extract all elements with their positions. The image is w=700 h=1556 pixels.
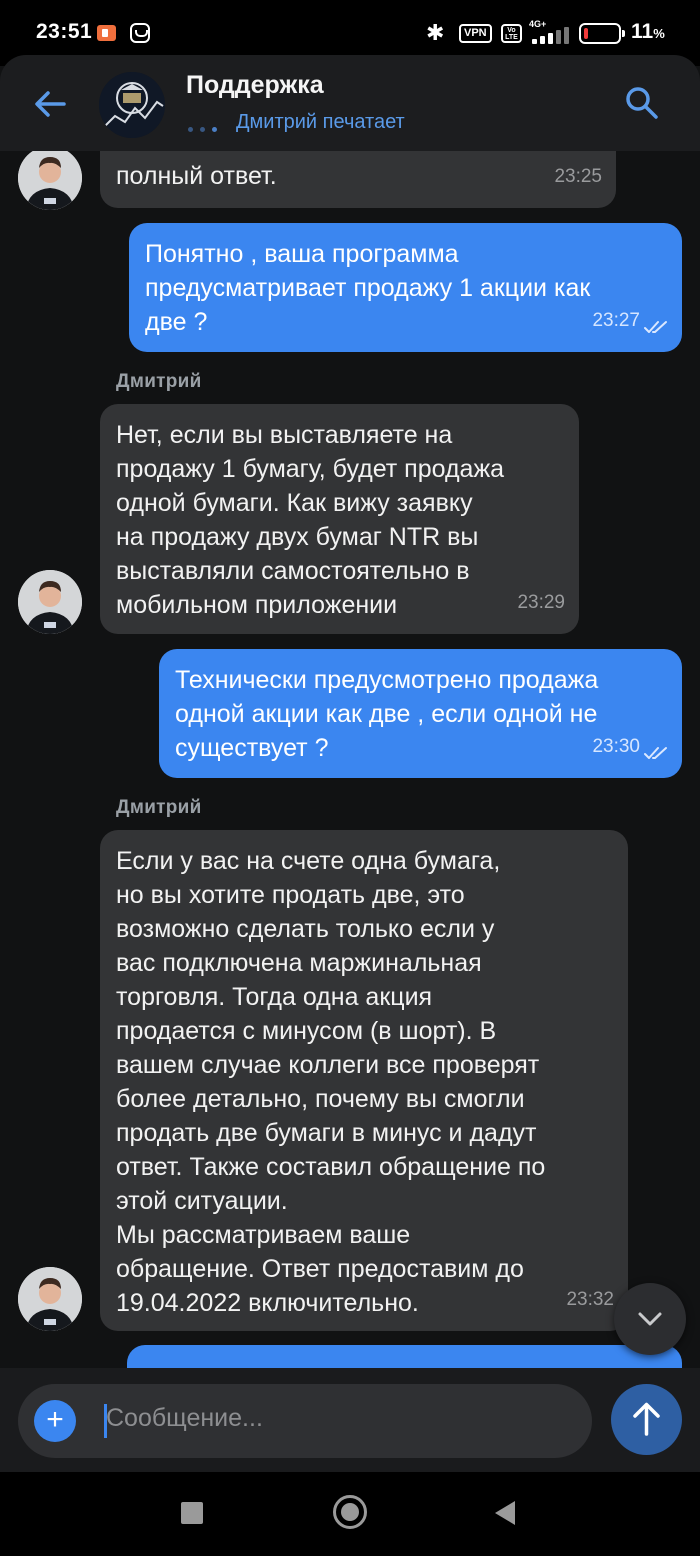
search-icon [626, 87, 658, 119]
double-check-icon [644, 747, 667, 759]
message-bubble-incoming[interactable]: Если у вас на счете одна бумага, но вы х… [100, 830, 628, 1331]
battery-percent: 11% [631, 20, 665, 43]
message-bubble-incoming[interactable]: полный ответ. 23:25 [100, 151, 616, 208]
message-bubble-outgoing[interactable]: Технически предусмотрено продажа одной а… [159, 649, 682, 778]
message-bubble-outgoing-partial[interactable] [127, 1345, 682, 1368]
signal-icon [528, 26, 572, 44]
avatar-person-icon [18, 570, 82, 634]
message-time: 23:30 [592, 736, 640, 757]
arrow-up-icon [633, 1402, 660, 1436]
message-time: 23:32 [566, 1289, 614, 1310]
message-time: 23:29 [517, 592, 565, 613]
attach-button[interactable]: + [34, 1400, 76, 1442]
sender-name: Дмитрий [116, 797, 202, 818]
double-check-icon [644, 321, 667, 333]
chat-avatar[interactable] [99, 72, 165, 138]
arrow-left-icon [35, 91, 66, 117]
bluetooth-icon: ✱ [426, 20, 445, 45]
message-text: Если у вас на счете одна бумага, но вы х… [116, 847, 546, 1317]
chat-status: Дмитрий печатает [236, 111, 405, 133]
back-button[interactable] [28, 85, 72, 123]
system-back-button[interactable] [495, 1501, 515, 1525]
chat-title: Поддержка [186, 71, 324, 99]
chevron-down-icon [638, 1312, 662, 1326]
home-button[interactable] [333, 1495, 367, 1529]
volte-icon: Vo LTE [501, 24, 522, 43]
message-text: Понятно , ваша программа предусматривает… [145, 240, 591, 336]
notification-app-icon [130, 23, 150, 43]
message-bubble-incoming[interactable]: Нет, если вы выставляете на продажу 1 бу… [100, 404, 579, 634]
send-button[interactable] [611, 1384, 682, 1455]
message-placeholder: Сообщение... [106, 1404, 263, 1432]
sender-avatar[interactable] [18, 570, 82, 634]
typing-indicator-icon [188, 119, 224, 137]
screen-record-icon [97, 25, 116, 41]
recents-button[interactable] [181, 1502, 203, 1524]
sender-name: Дмитрий [116, 371, 202, 392]
avatar-person-icon [18, 151, 82, 210]
message-input[interactable]: + Сообщение... [18, 1384, 592, 1458]
battery-icon [579, 23, 625, 44]
message-time: 23:25 [554, 166, 602, 187]
status-time: 23:51 [36, 20, 93, 43]
system-navigation-bar [0, 1472, 700, 1556]
vpn-icon: VPN [459, 24, 492, 43]
avatar-person-icon [18, 1267, 82, 1331]
bank-logo-icon [99, 72, 165, 138]
battery-level-fill [584, 28, 588, 39]
message-text: Нет, если вы выставляете на продажу 1 бу… [116, 421, 505, 619]
search-button[interactable] [624, 85, 660, 121]
message-composer: + Сообщение... [0, 1368, 700, 1472]
screen: 23:51 ✱ VPN Vo LTE 4G+ 11% Поддержка Дми… [0, 0, 700, 1556]
chat-header: Поддержка Дмитрий печатает [0, 55, 700, 151]
message-text: полный ответ. [116, 162, 277, 190]
sender-avatar[interactable] [18, 1267, 82, 1331]
scroll-down-button[interactable] [614, 1283, 686, 1355]
message-list[interactable]: полный ответ. 23:25 Понятно , ваша прогр… [0, 151, 700, 1368]
message-time: 23:27 [592, 310, 640, 331]
plus-icon: + [46, 1403, 64, 1436]
sender-avatar[interactable] [18, 151, 82, 210]
message-bubble-outgoing[interactable]: Понятно , ваша программа предусматривает… [129, 223, 682, 352]
